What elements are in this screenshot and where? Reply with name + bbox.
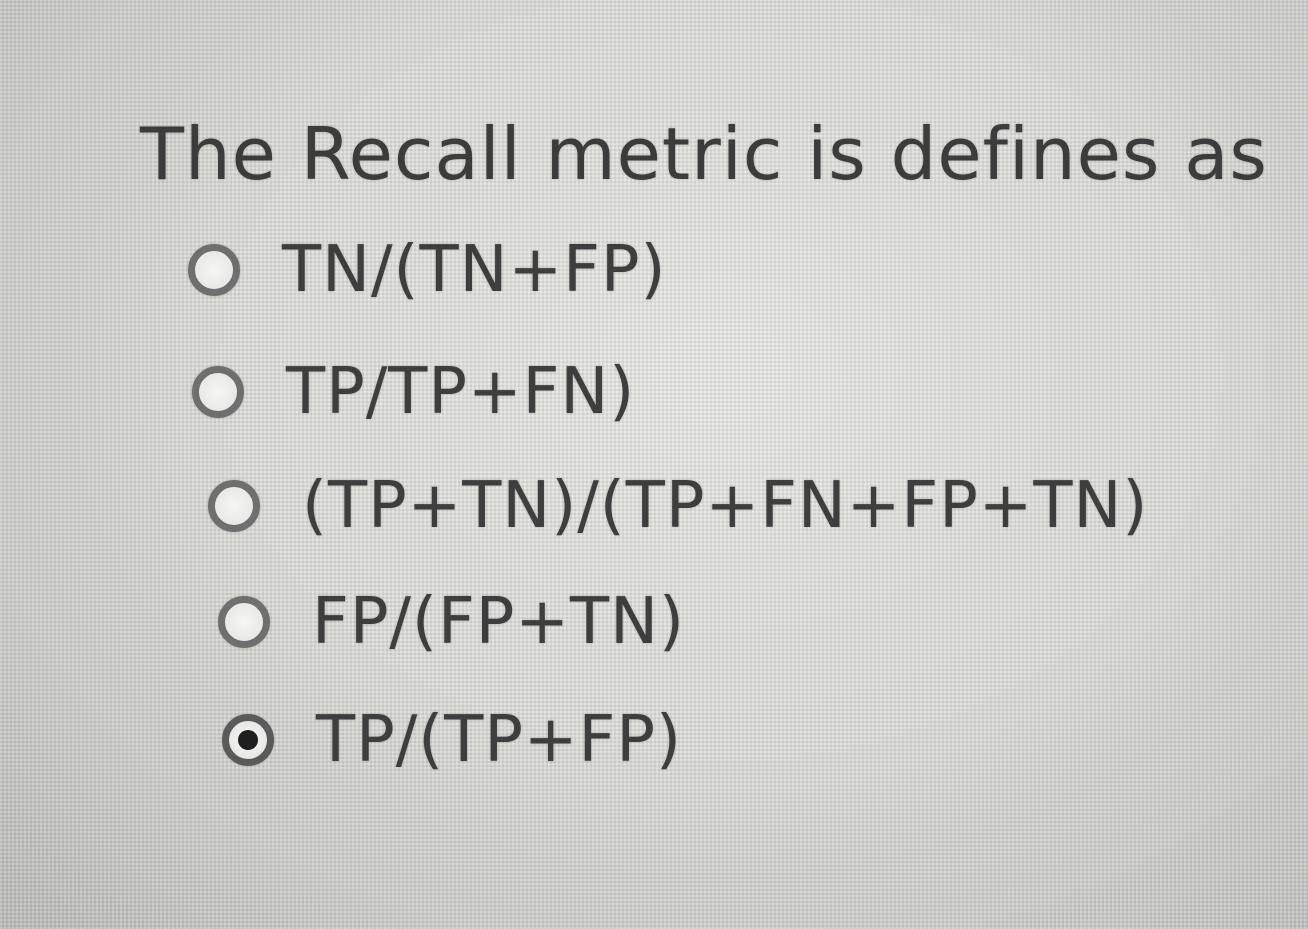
question-text: The Recall metric is defines as — [140, 112, 1268, 196]
answer-option-label[interactable]: TP/TP+FN) — [286, 360, 635, 424]
answer-option-3[interactable]: (TP+TN)/(TP+FN+FP+TN) — [208, 474, 1148, 538]
quiz-question-panel: The Recall metric is defines as TN/(TN+F… — [0, 0, 1308, 929]
answer-option-4[interactable]: FP/(FP+TN) — [218, 590, 685, 654]
answer-option-label[interactable]: TN/(TN+FP) — [282, 238, 666, 302]
answer-option-2[interactable]: TP/TP+FN) — [192, 360, 635, 424]
answer-option-label[interactable]: TP/(TP+FP) — [316, 708, 682, 772]
answer-option-label[interactable]: FP/(FP+TN) — [312, 590, 685, 654]
radio-button-unchecked[interactable] — [192, 366, 244, 418]
answer-option-5[interactable]: TP/(TP+FP) — [222, 708, 682, 772]
answer-option-1[interactable]: TN/(TN+FP) — [188, 238, 666, 302]
radio-button-unchecked[interactable] — [208, 480, 260, 532]
radio-button-unchecked[interactable] — [218, 596, 270, 648]
radio-button-unchecked[interactable] — [188, 244, 240, 296]
radio-button-checked[interactable] — [222, 714, 274, 766]
radio-selected-dot-icon — [238, 730, 258, 750]
answer-option-label[interactable]: (TP+TN)/(TP+FN+FP+TN) — [302, 474, 1148, 538]
